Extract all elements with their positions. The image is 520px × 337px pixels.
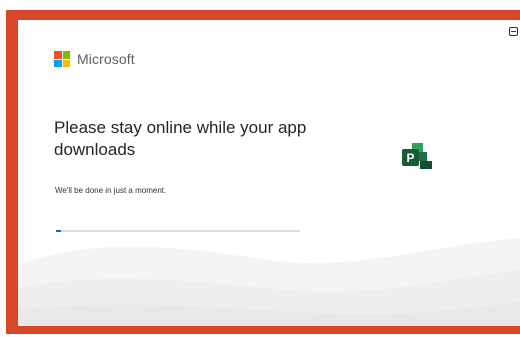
- page-title: Please stay online while your app downlo…: [54, 118, 307, 159]
- svg-text:P: P: [406, 151, 414, 165]
- brand-name: Microsoft: [77, 51, 135, 67]
- installer-window: Microsoft Please stay online while your …: [18, 20, 520, 326]
- status-text: We'll be done in just a moment.: [55, 186, 167, 195]
- minimize-icon[interactable]: [509, 27, 518, 36]
- microsoft-project-icon: P: [402, 143, 432, 169]
- brand-header: Microsoft: [54, 51, 135, 67]
- microsoft-logo-icon: [54, 51, 70, 67]
- progress-fill: [56, 230, 61, 232]
- download-progress-bar: [56, 230, 300, 232]
